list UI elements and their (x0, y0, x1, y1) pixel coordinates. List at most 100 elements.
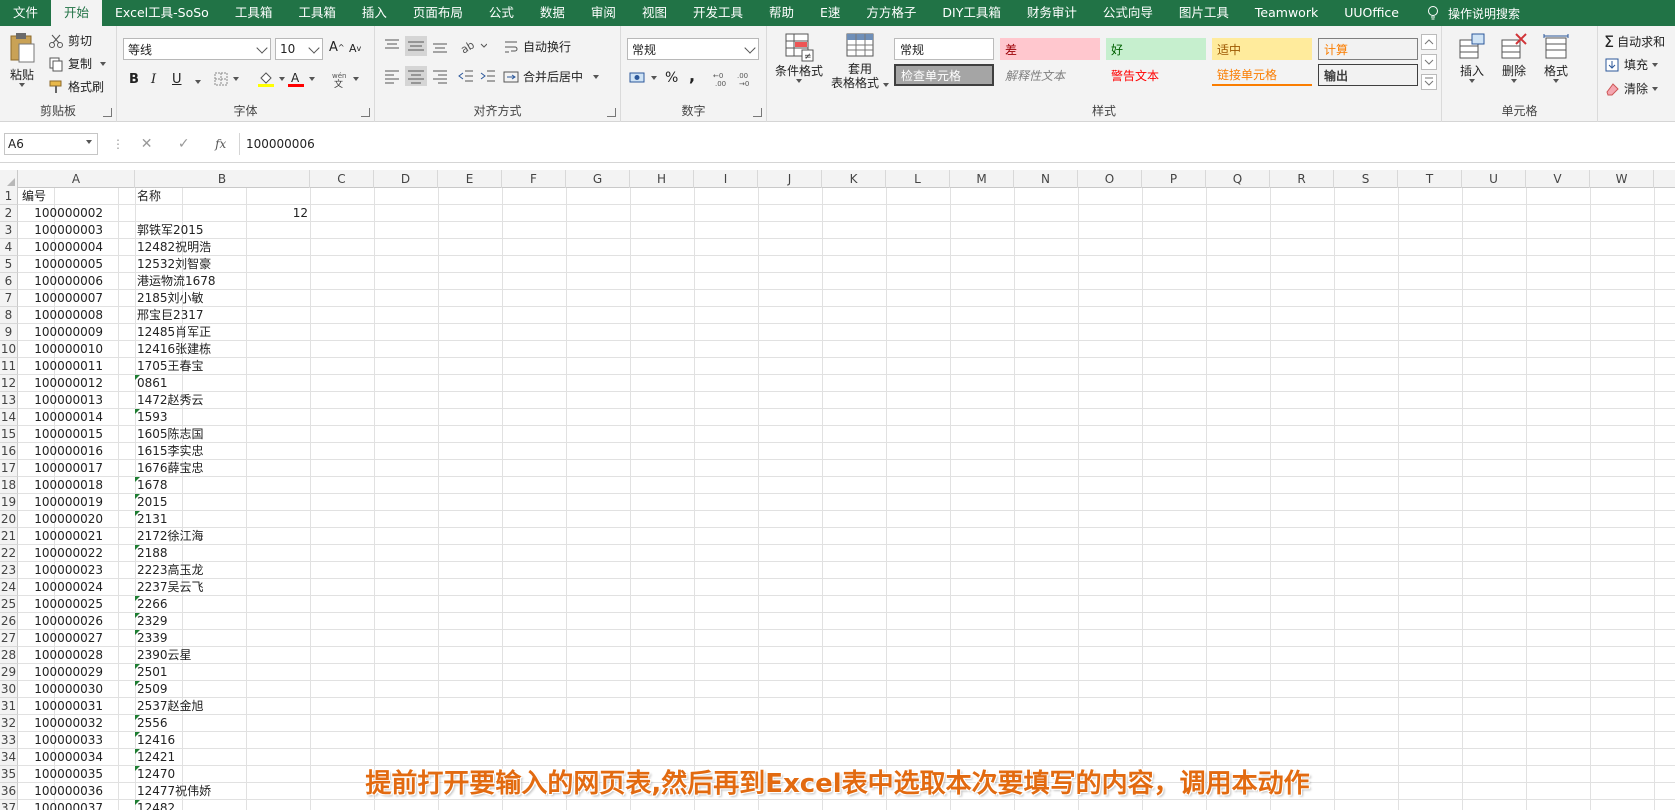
name-box[interactable]: A6 (4, 133, 98, 155)
grow-font-button[interactable]: A ^ (329, 40, 345, 55)
accounting-format-button[interactable] (629, 70, 657, 86)
row-header[interactable]: 14 (0, 409, 18, 426)
borders-button[interactable] (213, 71, 239, 87)
cell-a[interactable]: 100000025 (18, 596, 135, 613)
cell-b[interactable]: 郭铁军2015 (135, 222, 310, 239)
cell-b[interactable]: 2339 (135, 630, 310, 647)
column-header-E[interactable]: E (438, 170, 502, 188)
font-launcher[interactable] (361, 108, 370, 117)
italic-button[interactable]: I (151, 72, 156, 87)
top-align-icon[interactable] (383, 38, 401, 57)
column-header-F[interactable]: F (502, 170, 566, 188)
column-header-D[interactable]: D (374, 170, 438, 188)
cell-a[interactable]: 100000013 (18, 392, 135, 409)
cell-b[interactable]: 12416 (135, 732, 310, 749)
row-header[interactable]: 31 (0, 698, 18, 715)
column-header-T[interactable]: T (1398, 170, 1462, 188)
row-header[interactable]: 17 (0, 460, 18, 477)
tab-1[interactable]: 开始 (51, 0, 103, 26)
cell-a[interactable]: 100000003 (18, 222, 135, 239)
conditional-format-button[interactable]: ≠ 条件格式 (771, 32, 827, 83)
row-header[interactable]: 2 (0, 205, 18, 222)
row-header[interactable]: 37 (0, 800, 18, 810)
percent-button[interactable]: % (665, 70, 678, 86)
tab-10[interactable]: 视图 (629, 0, 680, 26)
cell-style-5[interactable]: 检查单元格 (894, 64, 994, 86)
cell-a[interactable]: 100000019 (18, 494, 135, 511)
align-center-icon[interactable] (405, 66, 427, 86)
fill-button[interactable]: 填充 (1604, 56, 1659, 73)
alignment-launcher[interactable] (607, 108, 616, 117)
cell-b[interactable]: 2237吴云飞 (135, 579, 310, 596)
cell-b[interactable]: 2509 (135, 681, 310, 698)
comma-button[interactable]: , (689, 66, 695, 85)
select-all-button[interactable] (0, 170, 18, 188)
copy-button[interactable]: 复制 (48, 55, 107, 72)
cell-style-2[interactable]: 好 (1106, 38, 1206, 60)
wrap-text-button[interactable]: 自动换行 (503, 38, 571, 55)
tab-20[interactable]: UUOffice (1331, 0, 1412, 26)
cell-style-7[interactable]: 警告文本 (1106, 64, 1206, 86)
cell-b[interactable]: 12532刘智豪 (135, 256, 310, 273)
name-box-dropdown-icon[interactable] (86, 140, 92, 144)
tab-8[interactable]: 数据 (527, 0, 578, 26)
column-header-P[interactable]: P (1142, 170, 1206, 188)
cell-a[interactable]: 100000015 (18, 426, 135, 443)
row-header[interactable]: 30 (0, 681, 18, 698)
tab-12[interactable]: 帮助 (756, 0, 807, 26)
worksheet-grid[interactable]: ABCDEFGHIJKLMNOPQRSTUVW 1 编号 名称 2 100000002 1… (0, 170, 1675, 810)
cell-style-8[interactable]: 链接单元格 (1212, 64, 1312, 86)
cell-a[interactable]: 100000021 (18, 528, 135, 545)
row-header[interactable]: 12 (0, 375, 18, 392)
tab-0[interactable]: 文件 (0, 0, 51, 26)
cell-b[interactable]: 2015 (135, 494, 310, 511)
tab-17[interactable]: 公式向导 (1090, 0, 1166, 26)
tab-4[interactable]: 工具箱 (285, 0, 349, 26)
insert-function-icon[interactable]: fx (215, 137, 226, 151)
gallery-up-button[interactable] (1421, 34, 1437, 50)
cell-b[interactable]: 2188 (135, 545, 310, 562)
cell-a[interactable]: 100000011 (18, 358, 135, 375)
number-format-combo[interactable]: 常规 (627, 38, 759, 60)
clear-button[interactable]: 清除 (1604, 80, 1659, 97)
decrease-indent-icon[interactable] (457, 68, 475, 87)
column-header-W[interactable]: W (1590, 170, 1654, 188)
tab-5[interactable]: 插入 (349, 0, 400, 26)
cell-a[interactable]: 100000023 (18, 562, 135, 579)
underline-button[interactable]: U (172, 72, 182, 87)
row-header[interactable]: 13 (0, 392, 18, 409)
font-name-combo[interactable]: 等线 (123, 38, 271, 60)
middle-align-icon[interactable] (405, 36, 427, 56)
column-header-L[interactable]: L (886, 170, 950, 188)
cell-b[interactable]: 港运物流1678 (135, 273, 310, 290)
font-size-combo[interactable]: 10 (275, 38, 323, 60)
formula-input[interactable]: 100000006 (246, 133, 315, 155)
cell-b[interactable]: 1678 (135, 477, 310, 494)
cell-b[interactable]: 2501 (135, 664, 310, 681)
cell-style-1[interactable]: 差 (1000, 38, 1100, 60)
cell-a[interactable]: 100000010 (18, 341, 135, 358)
format-as-table-button[interactable]: 套用 表格格式 (829, 32, 891, 90)
cell-b[interactable]: 2185刘小敏 (135, 290, 310, 307)
row-header[interactable]: 26 (0, 613, 18, 630)
row-header[interactable]: 21 (0, 528, 18, 545)
cell-a[interactable]: 100000027 (18, 630, 135, 647)
cell-a[interactable]: 100000031 (18, 698, 135, 715)
cell-b[interactable]: 1605陈志国 (135, 426, 310, 443)
column-header-I[interactable]: I (694, 170, 758, 188)
row-header[interactable]: 29 (0, 664, 18, 681)
tab-18[interactable]: 图片工具 (1166, 0, 1242, 26)
cell-a[interactable]: 100000020 (18, 511, 135, 528)
cell-a[interactable]: 100000024 (18, 579, 135, 596)
row-header[interactable]: 28 (0, 647, 18, 664)
column-header-N[interactable]: N (1014, 170, 1078, 188)
row-header[interactable]: 25 (0, 596, 18, 613)
column-header-B[interactable]: B (135, 170, 310, 188)
cell-style-0[interactable]: 常规 (894, 38, 994, 60)
align-left-icon[interactable] (383, 68, 401, 87)
tab-14[interactable]: 方方格子 (853, 0, 929, 26)
cell-b[interactable]: 1705王春宝 (135, 358, 310, 375)
cell-a[interactable]: 100000033 (18, 732, 135, 749)
cell-b[interactable]: 2172徐江海 (135, 528, 310, 545)
row-header[interactable]: 3 (0, 222, 18, 239)
